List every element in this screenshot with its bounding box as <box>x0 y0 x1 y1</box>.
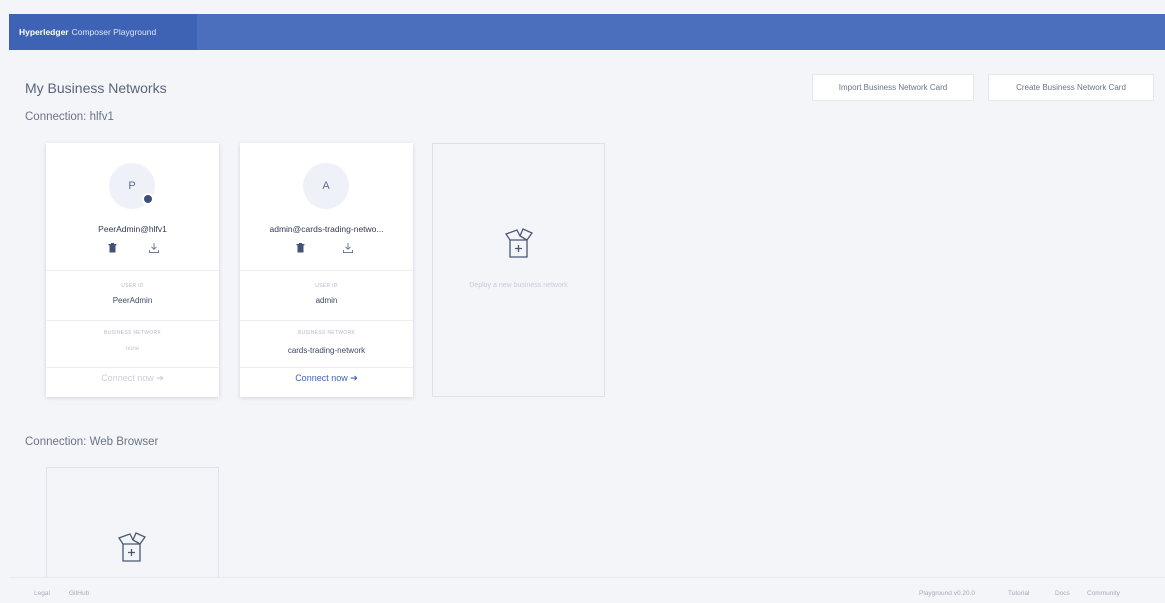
top-nav-bar: Hyperledger Composer Playground <box>9 14 1165 50</box>
deploy-network-tile[interactable] <box>46 467 219 577</box>
arrow-right-icon: ➔ <box>350 373 358 383</box>
business-network-card: A admin@cards-trading-netwo... USER ID a… <box>240 143 413 397</box>
divider <box>46 367 219 368</box>
footer-version: Playground v0.20.0 <box>919 590 976 597</box>
brand-rest: Composer Playground <box>71 27 157 37</box>
footer-divider <box>9 577 1165 578</box>
package-plus-icon <box>118 532 146 562</box>
create-card-button[interactable]: Create Business Network Card <box>988 74 1154 101</box>
user-id-value: admin <box>315 296 338 305</box>
divider <box>46 320 219 321</box>
connect-now-button[interactable]: Connect now ➔ <box>240 373 413 384</box>
footer-link-docs[interactable]: Docs <box>1055 590 1070 597</box>
business-network-value: cards-trading-network <box>287 346 366 355</box>
admin-badge-icon <box>142 193 154 205</box>
divider <box>240 270 413 271</box>
footer-link-tutorial[interactable]: Tutorial <box>1008 590 1029 597</box>
deploy-network-text: Deploy a new business network <box>469 282 568 289</box>
divider <box>46 270 219 271</box>
divider <box>240 367 413 368</box>
connection-title-web-browser: Connection: Web Browser <box>25 436 159 448</box>
user-id-label: USER ID <box>121 283 144 289</box>
business-network-value: none <box>125 346 140 352</box>
package-plus-icon <box>505 228 533 258</box>
footer-link-legal[interactable]: Legal <box>34 590 50 597</box>
user-id-label: USER ID <box>315 283 338 289</box>
import-card-button[interactable]: Import Business Network Card <box>812 74 974 101</box>
business-network-card: P PeerAdmin@hlfv1 USER ID PeerAdmin BUSI… <box>46 143 219 397</box>
app-brand[interactable]: Hyperledger Composer Playground <box>9 14 197 50</box>
trash-icon[interactable] <box>296 243 305 256</box>
arrow-right-icon: ➔ <box>156 373 164 383</box>
connect-label: Connect now <box>101 373 154 383</box>
deploy-network-tile[interactable]: Deploy a new business network <box>432 143 605 397</box>
user-id-value: PeerAdmin <box>112 296 153 305</box>
page-title: My Business Networks <box>25 80 167 96</box>
download-icon[interactable] <box>343 243 353 256</box>
card-name: PeerAdmin@hlfv1 <box>98 224 167 234</box>
connect-label: Connect now <box>295 373 348 383</box>
connect-now-button[interactable]: Connect now ➔ <box>46 373 219 384</box>
connection-title-hlfv1: Connection: hlfv1 <box>25 111 114 123</box>
footer-link-community[interactable]: Community <box>1087 590 1120 597</box>
download-icon[interactable] <box>149 243 159 256</box>
divider <box>240 320 413 321</box>
avatar: A <box>303 163 349 209</box>
business-network-label: BUSINESS NETWORK <box>297 330 356 336</box>
brand-bold: Hyperledger <box>19 27 69 37</box>
business-network-label: BUSINESS NETWORK <box>103 330 162 336</box>
card-name: admin@cards-trading-netwo... <box>269 224 384 234</box>
footer-link-github[interactable]: GitHub <box>69 590 89 597</box>
trash-icon[interactable] <box>108 243 117 256</box>
